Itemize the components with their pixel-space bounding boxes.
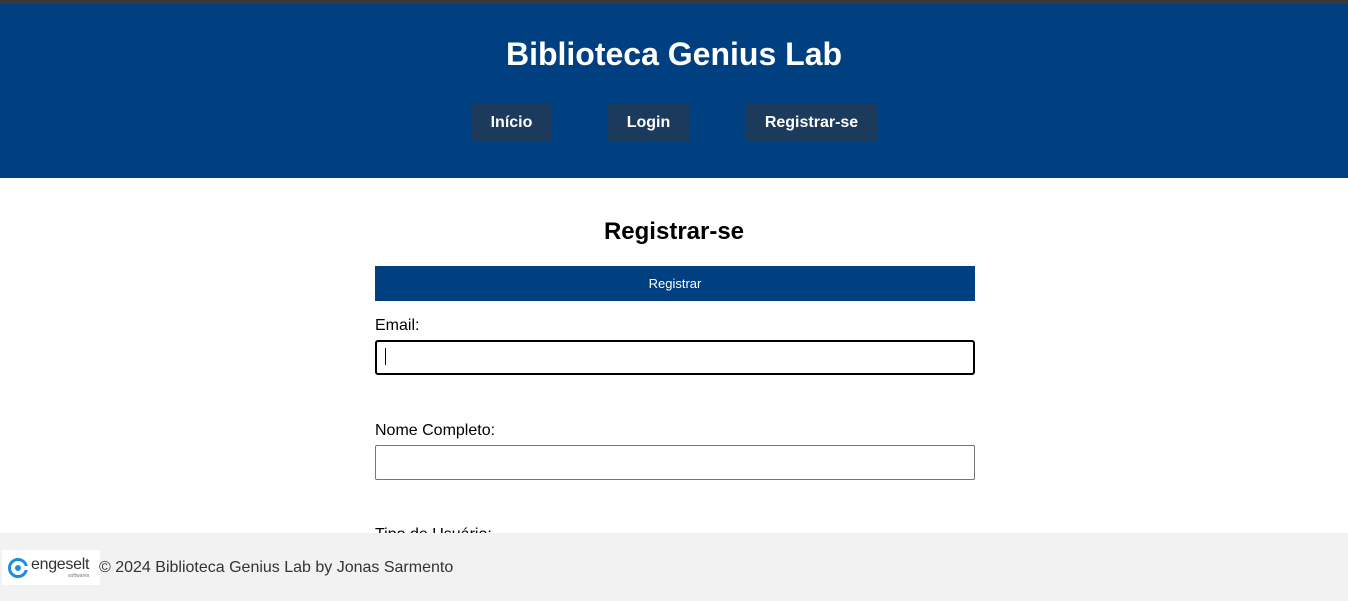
full-name-field[interactable] — [375, 445, 975, 480]
page-title: Registrar-se — [603, 218, 745, 245]
engeselt-logo-icon — [8, 558, 29, 578]
site-title: Biblioteca Genius Lab — [505, 36, 843, 72]
text-caret — [385, 348, 386, 365]
engeselt-logo: engeselt softwares — [2, 550, 100, 585]
email-field[interactable] — [375, 340, 975, 375]
logo-text: engeselt — [31, 556, 90, 573]
nav-registrar-button[interactable]: Registrar-se — [745, 104, 878, 142]
register-submit-button[interactable]: Registrar — [375, 266, 975, 301]
full-name-label: Nome Completo: — [375, 422, 496, 439]
logo-subtext: softwares — [68, 573, 90, 579]
copyright-text: © 2024 Biblioteca Genius Lab by Jonas Sa… — [99, 559, 454, 576]
site-footer: engeselt softwares © 2024 Biblioteca Gen… — [0, 533, 1348, 601]
email-label: Email: — [375, 317, 420, 334]
nav-inicio-button[interactable]: Início — [471, 104, 552, 142]
site-header: Biblioteca Genius Lab Início Login Regis… — [0, 4, 1348, 178]
nav-login-button[interactable]: Login — [607, 104, 690, 142]
